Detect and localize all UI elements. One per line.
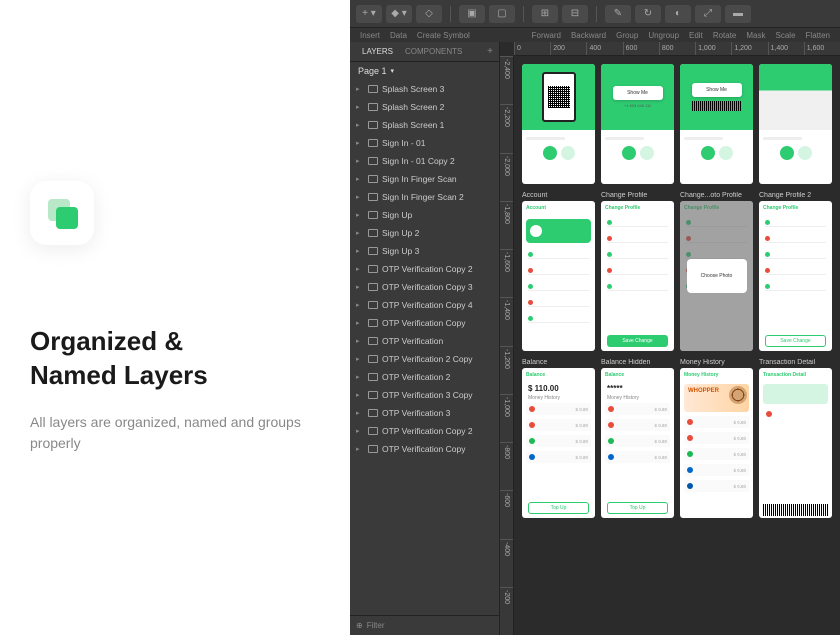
layer-item[interactable]: ▸OTP Verification 3 Copy <box>350 386 499 404</box>
layer-item[interactable]: ▸Sign In Finger Scan <box>350 170 499 188</box>
layer-item[interactable]: ▸Splash Screen 2 <box>350 98 499 116</box>
toolbar-labels: Insert Data Create Symbol Forward Backwa… <box>350 28 840 42</box>
ruler-horizontal: 02004006008001,0001,2001,4001,600 <box>514 42 840 56</box>
layer-item[interactable]: ▸Splash Screen 3 <box>350 80 499 98</box>
backward-button[interactable]: ▢ <box>489 5 515 23</box>
forward-button[interactable]: ▣ <box>459 5 485 23</box>
layer-item[interactable]: ▸OTP Verification Copy 2 <box>350 260 499 278</box>
flatten-button[interactable]: ▬ <box>725 5 751 23</box>
layer-item[interactable]: ▸OTP Verification Copy 4 <box>350 296 499 314</box>
artboard[interactable]: Transaction DetailTransaction Detail <box>759 359 832 518</box>
add-page-button[interactable]: + <box>487 46 493 57</box>
mask-button[interactable]: ◐ <box>665 5 691 23</box>
promo-desc: All layers are organized, named and grou… <box>30 412 320 454</box>
promo-title: Organized & Named Layers <box>30 325 320 393</box>
tab-layers[interactable]: LAYERS <box>356 47 399 56</box>
artboard[interactable]: Show Me <box>680 64 753 184</box>
artboard[interactable]: BalanceBalance$ 110.00Money History$ 0.8… <box>522 359 595 518</box>
page-selector[interactable]: Page 1▾ <box>350 62 499 80</box>
artboard[interactable] <box>522 64 595 184</box>
layer-item[interactable]: ▸Sign In - 01 Copy 2 <box>350 152 499 170</box>
filter-icon: ⊕ <box>356 621 363 630</box>
layer-item[interactable]: ▸OTP Verification <box>350 332 499 350</box>
insert-button[interactable]: + ▾ <box>356 5 382 23</box>
artboard[interactable]: Change...oto ProfileChange ProfileChoose… <box>680 192 753 351</box>
artboard[interactable]: Change Profile 2Change ProfileSave Chang… <box>759 192 832 351</box>
artboard[interactable]: Change ProfileChange ProfileSave Change <box>601 192 674 351</box>
artboard[interactable]: AccountAccount <box>522 192 595 351</box>
layer-item[interactable]: ▸Sign Up <box>350 206 499 224</box>
filter-input[interactable]: ⊕ Filter <box>350 615 499 635</box>
layer-item[interactable]: ▸OTP Verification 3 <box>350 404 499 422</box>
ruler-vertical: -2,400-2,200-2,000-1,800-1,600-1,400-1,2… <box>500 56 514 635</box>
artboard[interactable]: Show Me+1 893 045 111 <box>601 64 674 184</box>
layer-item[interactable]: ▸Sign Up 3 <box>350 242 499 260</box>
ungroup-button[interactable]: ⊟ <box>562 5 588 23</box>
layer-item[interactable]: ▸OTP Verification Copy 2 <box>350 422 499 440</box>
layer-item[interactable]: ▸OTP Verification Copy 3 <box>350 278 499 296</box>
layer-item[interactable]: ▸OTP Verification Copy <box>350 314 499 332</box>
layer-item[interactable]: ▸Sign In - 01 <box>350 134 499 152</box>
layer-item[interactable]: ▸OTP Verification 2 <box>350 368 499 386</box>
scale-button[interactable]: ⤢ <box>695 5 721 23</box>
artboard[interactable]: Balance HiddenBalance*****Money History$… <box>601 359 674 518</box>
canvas[interactable]: Show Me+1 893 045 111Show Me AccountAccou… <box>514 56 840 635</box>
edit-button[interactable]: ✎ <box>605 5 631 23</box>
group-button[interactable]: ⊞ <box>532 5 558 23</box>
data-button[interactable]: ◆ ▾ <box>386 5 412 23</box>
rotate-button[interactable]: ↻ <box>635 5 661 23</box>
layer-item[interactable]: ▸Sign Up 2 <box>350 224 499 242</box>
artboard[interactable] <box>759 64 832 184</box>
layers-panel: LAYERS COMPONENTS + Page 1▾ ▸Splash Scre… <box>350 42 500 635</box>
tab-components[interactable]: COMPONENTS <box>399 47 468 56</box>
promo-icon <box>30 181 94 245</box>
design-editor: + ▾ ◆ ▾ ◇ ▣ ▢ ⊞ ⊟ ✎ ↻ ◐ ⤢ ▬ Insert Data … <box>350 0 840 635</box>
toolbar: + ▾ ◆ ▾ ◇ ▣ ▢ ⊞ ⊟ ✎ ↻ ◐ ⤢ ▬ <box>350 0 840 28</box>
layer-item[interactable]: ▸OTP Verification Copy <box>350 440 499 458</box>
create-symbol-button[interactable]: ◇ <box>416 5 442 23</box>
layer-item[interactable]: ▸Splash Screen 1 <box>350 116 499 134</box>
layer-item[interactable]: ▸OTP Verification 2 Copy <box>350 350 499 368</box>
layer-item[interactable]: ▸Sign In Finger Scan 2 <box>350 188 499 206</box>
artboard[interactable]: Money HistoryMoney HistoryWHOPPER$ 0.80$… <box>680 359 753 518</box>
